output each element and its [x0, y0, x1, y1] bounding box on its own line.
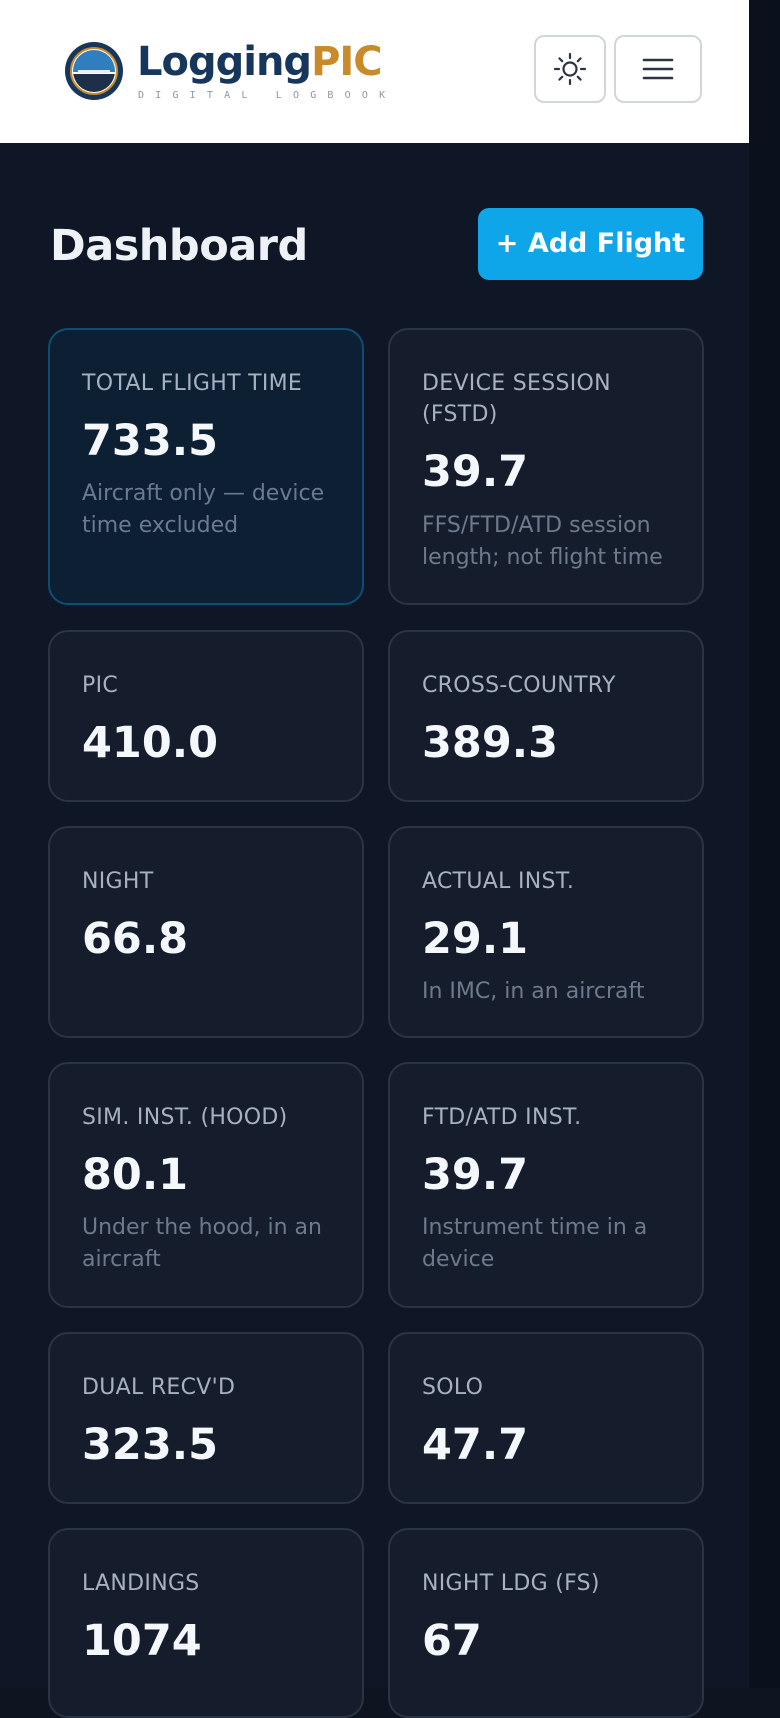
- stat-card-landings: LANDINGS 1074: [48, 1528, 364, 1718]
- hamburger-menu-icon: [642, 58, 674, 80]
- logo-tagline: DIGITAL LOGBOOK: [138, 90, 397, 101]
- stat-label: PIC: [82, 673, 119, 698]
- stat-value: 410.0: [82, 718, 219, 768]
- page-title: Dashboard: [50, 221, 308, 271]
- stat-card-actual-instrument: ACTUAL INST. 29.1 In IMC, in an aircraft: [388, 826, 704, 1038]
- stat-card-ftd-atd-instrument: FTD/ATD INST. 39.7 Instrument time in a …: [388, 1062, 704, 1308]
- stat-value: 1074: [82, 1616, 202, 1666]
- stat-value: 389.3: [422, 718, 559, 768]
- stat-card-dual-received: DUAL RECV'D 323.5: [48, 1332, 364, 1504]
- theme-toggle-button[interactable]: [534, 35, 606, 103]
- logo[interactable]: LoggingPIC DIGITAL LOGBOOK: [64, 39, 385, 106]
- stat-value: 47.7: [422, 1420, 529, 1470]
- stat-label: DUAL RECV'D: [82, 1375, 236, 1400]
- stat-value: 80.1: [82, 1150, 189, 1200]
- stat-value: 67: [422, 1616, 482, 1666]
- stat-value: 39.7: [422, 1150, 529, 1200]
- top-header: LoggingPIC DIGITAL LOGBOOK: [0, 0, 749, 143]
- stat-label: NIGHT LDG (FS): [422, 1571, 600, 1596]
- stat-label: NIGHT: [82, 869, 154, 894]
- stat-label: SIM. INST. (HOOD): [82, 1105, 288, 1130]
- stat-label: DEVICE SESSION (FSTD): [422, 371, 611, 427]
- stat-label: SOLO: [422, 1375, 484, 1400]
- app-page: LoggingPIC DIGITAL LOGBOOK Dashboard + A…: [0, 0, 749, 1718]
- stat-card-simulated-instrument: SIM. INST. (HOOD) 80.1 Under the hood, i…: [48, 1062, 364, 1308]
- stat-card-night-landings: NIGHT LDG (FS) 67: [388, 1528, 704, 1718]
- stat-subtext: FFS/FTD/ATD session length; not flight t…: [422, 513, 663, 570]
- stat-card-cross-country: CROSS-COUNTRY 389.3: [388, 630, 704, 802]
- menu-button[interactable]: [614, 35, 702, 103]
- stat-label: ACTUAL INST.: [422, 869, 575, 894]
- stat-label: LANDINGS: [82, 1571, 200, 1596]
- stat-value: 39.7: [422, 447, 529, 497]
- stat-value: 733.5: [82, 416, 219, 466]
- stat-label: FTD/ATD INST.: [422, 1105, 582, 1130]
- stat-label: CROSS-COUNTRY: [422, 673, 616, 698]
- stat-subtext: Aircraft only — device time excluded: [82, 481, 325, 538]
- stat-subtext: In IMC, in an aircraft: [422, 979, 645, 1004]
- stat-value: 66.8: [82, 914, 189, 964]
- stat-card-total-flight-time: TOTAL FLIGHT TIME 733.5 Aircraft only — …: [48, 328, 364, 605]
- sun-icon: [553, 52, 587, 86]
- stat-card-night: NIGHT 66.8: [48, 826, 364, 1038]
- stat-subtext: Instrument time in a device: [422, 1215, 648, 1272]
- add-flight-button[interactable]: + Add Flight: [478, 208, 703, 280]
- stat-value: 29.1: [422, 914, 529, 964]
- logo-wordmark: LoggingPIC: [137, 39, 383, 85]
- stat-subtext: Under the hood, in an aircraft: [82, 1215, 322, 1272]
- stat-label: TOTAL FLIGHT TIME: [82, 371, 303, 396]
- stat-card-solo: SOLO 47.7: [388, 1332, 704, 1504]
- stat-card-pic: PIC 410.0: [48, 630, 364, 802]
- stat-card-device-session: DEVICE SESSION (FSTD) 39.7 FFS/FTD/ATD s…: [388, 328, 704, 605]
- scrollbar-track[interactable]: [749, 0, 780, 1688]
- logo-icon: [65, 42, 123, 100]
- stat-value: 323.5: [82, 1420, 219, 1470]
